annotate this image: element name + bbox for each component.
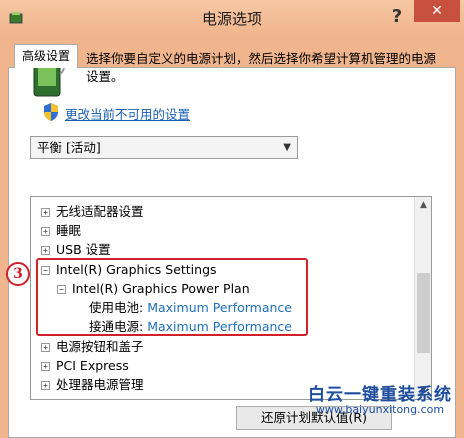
plan-select-value: 平衡 [活动]: [37, 140, 101, 155]
tree-item[interactable]: + USB 设置: [41, 241, 111, 259]
watermark-title: 白云一键重装系统: [308, 385, 452, 405]
help-button[interactable]: ?: [388, 6, 406, 28]
tree-item-label: 睡眠: [56, 223, 82, 238]
close-button[interactable]: ✕: [414, 0, 460, 22]
annotation-step-badge: 3: [6, 262, 30, 286]
shield-icon: [44, 103, 58, 121]
tree-item-label: 电源按钮和盖子: [56, 339, 144, 354]
watermark: 白云一键重装系统 www.baiyunxitong.com: [298, 380, 462, 416]
scroll-thumb[interactable]: [417, 273, 430, 353]
expand-icon[interactable]: +: [41, 246, 50, 255]
tree-item-label: 无线适配器设置: [56, 204, 144, 219]
title-bar: 电源选项 ? ✕: [0, 0, 464, 36]
expand-icon[interactable]: +: [41, 208, 50, 217]
tree-item-label: 处理器电源管理: [56, 377, 144, 392]
tab-advanced-settings[interactable]: 高级设置: [14, 44, 78, 68]
annotation-highlight-box: [36, 258, 308, 336]
expand-icon[interactable]: +: [41, 343, 50, 352]
chevron-down-icon: ▼: [283, 142, 291, 153]
watermark-url: www.baiyunxitong.com: [315, 403, 445, 416]
plan-select[interactable]: 平衡 [活动] ▼: [30, 136, 298, 159]
tree-item[interactable]: + 处理器电源管理: [41, 376, 144, 394]
scroll-up-icon[interactable]: ▲: [415, 197, 431, 214]
tree-item-label: USB 设置: [56, 242, 111, 257]
tree-item[interactable]: + 电源按钮和盖子: [41, 338, 144, 356]
expand-icon[interactable]: +: [41, 362, 50, 371]
change-unavailable-settings-link[interactable]: 更改当前不可用的设置: [65, 104, 190, 123]
tree-item-label: PCI Express: [56, 358, 129, 373]
expand-icon[interactable]: +: [41, 381, 50, 390]
tree-item[interactable]: + PCI Express: [41, 357, 129, 375]
expand-icon[interactable]: +: [41, 227, 50, 236]
tree-item[interactable]: + 无线适配器设置: [41, 203, 144, 221]
tree-scrollbar[interactable]: ▲ ▼: [414, 197, 431, 399]
description-text: 选择你要自定义的电源计划，然后选择你希望计算机管理的电源设置。: [86, 51, 437, 84]
tree-item[interactable]: + 睡眠: [41, 222, 81, 240]
